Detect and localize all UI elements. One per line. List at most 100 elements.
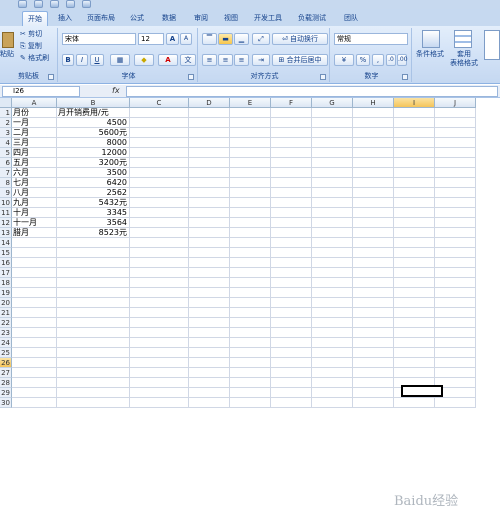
cell-b25[interactable] [57, 348, 130, 358]
cell-j9[interactable] [435, 188, 476, 198]
cell-a13[interactable]: 腊月 [12, 228, 57, 238]
cell-i16[interactable] [394, 258, 435, 268]
cell-i13[interactable] [394, 228, 435, 238]
cell-g16[interactable] [312, 258, 353, 268]
cell-j4[interactable] [435, 138, 476, 148]
align-middle-icon[interactable]: ▬ [218, 33, 233, 45]
cell-h16[interactable] [353, 258, 394, 268]
row-header-2[interactable]: 2 [0, 118, 12, 128]
bold-button[interactable]: B [62, 54, 74, 66]
cell-a28[interactable] [12, 378, 57, 388]
redo-icon[interactable] [50, 0, 59, 8]
indent-icon[interactable]: ⇥ [252, 54, 270, 66]
cell-f10[interactable] [271, 198, 312, 208]
column-header-e[interactable]: E [230, 98, 271, 108]
row-header-12[interactable]: 12 [0, 218, 12, 228]
cell-g6[interactable] [312, 158, 353, 168]
cell-e18[interactable] [230, 278, 271, 288]
cell-d16[interactable] [189, 258, 230, 268]
font-size-select[interactable]: 12 [138, 33, 164, 45]
cell-b24[interactable] [57, 338, 130, 348]
cell-h24[interactable] [353, 338, 394, 348]
clipboard-launcher-icon[interactable] [48, 74, 54, 80]
cell-g9[interactable] [312, 188, 353, 198]
row-header-1[interactable]: 1 [0, 108, 12, 118]
cell-e19[interactable] [230, 288, 271, 298]
row-header-3[interactable]: 3 [0, 128, 12, 138]
row-header-25[interactable]: 25 [0, 348, 12, 358]
cell-j3[interactable] [435, 128, 476, 138]
cell-i26[interactable] [394, 358, 435, 368]
cell-f16[interactable] [271, 258, 312, 268]
cell-f17[interactable] [271, 268, 312, 278]
cell-j1[interactable] [435, 108, 476, 118]
cell-g19[interactable] [312, 288, 353, 298]
column-header-h[interactable]: H [353, 98, 394, 108]
cell-j5[interactable] [435, 148, 476, 158]
cell-i15[interactable] [394, 248, 435, 258]
cell-a7[interactable]: 六月 [12, 168, 57, 178]
cell-e12[interactable] [230, 218, 271, 228]
cell-d8[interactable] [189, 178, 230, 188]
cell-b3[interactable]: 5600元 [57, 128, 130, 138]
cell-b22[interactable] [57, 318, 130, 328]
cell-i19[interactable] [394, 288, 435, 298]
cell-d10[interactable] [189, 198, 230, 208]
cell-h12[interactable] [353, 218, 394, 228]
cell-h22[interactable] [353, 318, 394, 328]
cell-e20[interactable] [230, 298, 271, 308]
cell-i2[interactable] [394, 118, 435, 128]
cell-d25[interactable] [189, 348, 230, 358]
paste-icon[interactable] [2, 32, 14, 48]
cell-e11[interactable] [230, 208, 271, 218]
cell-e14[interactable] [230, 238, 271, 248]
cell-h5[interactable] [353, 148, 394, 158]
font-color-icon[interactable]: A [158, 54, 178, 66]
cell-j7[interactable] [435, 168, 476, 178]
cell-c11[interactable] [130, 208, 189, 218]
number-launcher-icon[interactable] [402, 74, 408, 80]
cell-g17[interactable] [312, 268, 353, 278]
cell-styles-gallery[interactable] [484, 30, 500, 60]
cell-a9[interactable]: 八月 [12, 188, 57, 198]
cell-g21[interactable] [312, 308, 353, 318]
cell-i18[interactable] [394, 278, 435, 288]
cell-f23[interactable] [271, 328, 312, 338]
table-format-icon[interactable] [454, 30, 472, 48]
cell-c26[interactable] [130, 358, 189, 368]
cell-h20[interactable] [353, 298, 394, 308]
cell-g11[interactable] [312, 208, 353, 218]
cell-a4[interactable]: 三月 [12, 138, 57, 148]
cell-j26[interactable] [435, 358, 476, 368]
cell-a12[interactable]: 十一月 [12, 218, 57, 228]
cell-e4[interactable] [230, 138, 271, 148]
align-center-icon[interactable]: ≡ [218, 54, 233, 66]
cell-d26[interactable] [189, 358, 230, 368]
cell-a25[interactable] [12, 348, 57, 358]
cell-j21[interactable] [435, 308, 476, 318]
tab-home[interactable]: 开始 [22, 11, 48, 26]
cell-g23[interactable] [312, 328, 353, 338]
cell-g22[interactable] [312, 318, 353, 328]
align-bottom-icon[interactable]: ▁ [234, 33, 249, 45]
select-all-corner[interactable] [0, 98, 12, 108]
cell-a22[interactable] [12, 318, 57, 328]
cell-d27[interactable] [189, 368, 230, 378]
cell-i5[interactable] [394, 148, 435, 158]
cell-f27[interactable] [271, 368, 312, 378]
cell-a27[interactable] [12, 368, 57, 378]
cell-a5[interactable]: 四月 [12, 148, 57, 158]
cell-g20[interactable] [312, 298, 353, 308]
row-header-4[interactable]: 4 [0, 138, 12, 148]
cell-j27[interactable] [435, 368, 476, 378]
cell-a20[interactable] [12, 298, 57, 308]
cell-h1[interactable] [353, 108, 394, 118]
cell-a1[interactable]: 月份 [12, 108, 57, 118]
cell-h15[interactable] [353, 248, 394, 258]
phonetic-icon[interactable]: 文 [180, 54, 196, 66]
row-header-17[interactable]: 17 [0, 268, 12, 278]
cell-i24[interactable] [394, 338, 435, 348]
cell-b13[interactable]: 8523元 [57, 228, 130, 238]
column-header-c[interactable]: C [130, 98, 189, 108]
cell-e24[interactable] [230, 338, 271, 348]
